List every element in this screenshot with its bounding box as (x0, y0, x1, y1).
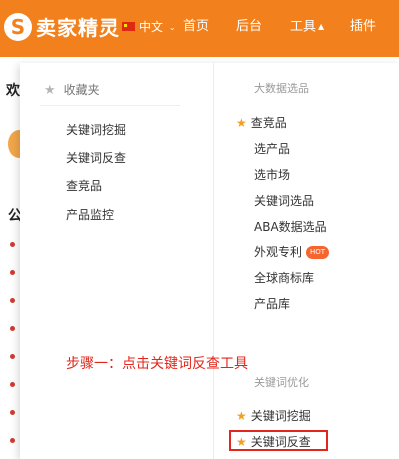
menu-item-aba-data[interactable]: ABA数据选品 (254, 218, 327, 236)
menu-item-trademark[interactable]: 全球商标库 (254, 269, 314, 287)
menu-item-design-patent[interactable]: 外观专利 HOT (254, 243, 330, 261)
list-bullet (10, 298, 15, 303)
welcome-text: 欢 (6, 83, 20, 99)
favorite-item-product-monitor[interactable]: 产品监控 (66, 206, 114, 224)
list-bullet (10, 326, 15, 331)
logo-glyph: S (10, 15, 26, 39)
list-bullet (10, 382, 15, 387)
chevron-down-icon: ⌄ (168, 22, 176, 32)
nav-home[interactable]: 首页 (183, 17, 209, 37)
step-annotation: 步骤一：点击关键词反查工具 (66, 356, 248, 372)
nav-backend[interactable]: 后台 (236, 17, 262, 37)
top-nav-bar: S 卖家精灵 中文 ⌄ 首页 后台 工具 ▲ 插件 (0, 0, 399, 57)
menu-item-keyword-mining[interactable]: ★ 关键词挖掘 (236, 407, 311, 425)
section-big-data: 大数据选品 (254, 82, 309, 95)
hot-badge: HOT (306, 246, 330, 259)
highlight-box (229, 430, 328, 451)
menu-item-select-market[interactable]: 选市场 (254, 166, 290, 184)
column-divider (213, 63, 214, 459)
logo-text[interactable]: 卖家精灵 (36, 14, 120, 42)
star-icon: ★ (236, 409, 247, 423)
favorite-item-competitor[interactable]: 查竞品 (66, 177, 102, 195)
star-icon: ★ (44, 83, 56, 98)
nav-tools-label: 工具 (290, 19, 317, 35)
nav-plugin[interactable]: 插件 (350, 17, 376, 37)
star-icon: ★ (236, 116, 247, 130)
menu-item-product-library[interactable]: 产品库 (254, 295, 290, 313)
language-label: 中文 (139, 20, 164, 34)
language-selector[interactable]: 中文 ⌄ (139, 18, 176, 36)
list-bullet (10, 438, 15, 443)
menu-item-label: 外观专利 (254, 245, 303, 259)
favorites-title: 收藏夹 (63, 83, 100, 97)
logo-icon[interactable]: S (4, 13, 32, 41)
list-bullet (10, 270, 15, 275)
nav-tools[interactable]: 工具 ▲ (290, 17, 324, 37)
favorites-divider (40, 105, 180, 106)
section-keyword-optimization: 关键词优化 (254, 376, 309, 389)
china-flag-icon (122, 22, 135, 31)
list-bullet (10, 242, 15, 247)
chevron-up-icon: ▲ (318, 22, 325, 31)
favorite-item-keyword-mining[interactable]: 关键词挖掘 (66, 121, 126, 139)
list-bullet (10, 354, 15, 359)
menu-item-label: 关键词挖掘 (250, 409, 311, 423)
list-bullet (10, 410, 15, 415)
favorites-header: ★ 收藏夹 (44, 79, 100, 99)
favorite-item-keyword-reverse[interactable]: 关键词反查 (66, 149, 126, 167)
tools-dropdown: ★ 收藏夹 关键词挖掘 关键词反查 查竞品 产品监控 大数据选品 ★ 查竞品 选产品… (20, 63, 399, 459)
menu-item-label: 查竞品 (250, 116, 287, 130)
menu-item-keyword-selection[interactable]: 关键词选品 (254, 192, 314, 210)
menu-item-select-product[interactable]: 选产品 (254, 140, 290, 158)
menu-item-competitor[interactable]: ★ 查竞品 (236, 114, 287, 132)
